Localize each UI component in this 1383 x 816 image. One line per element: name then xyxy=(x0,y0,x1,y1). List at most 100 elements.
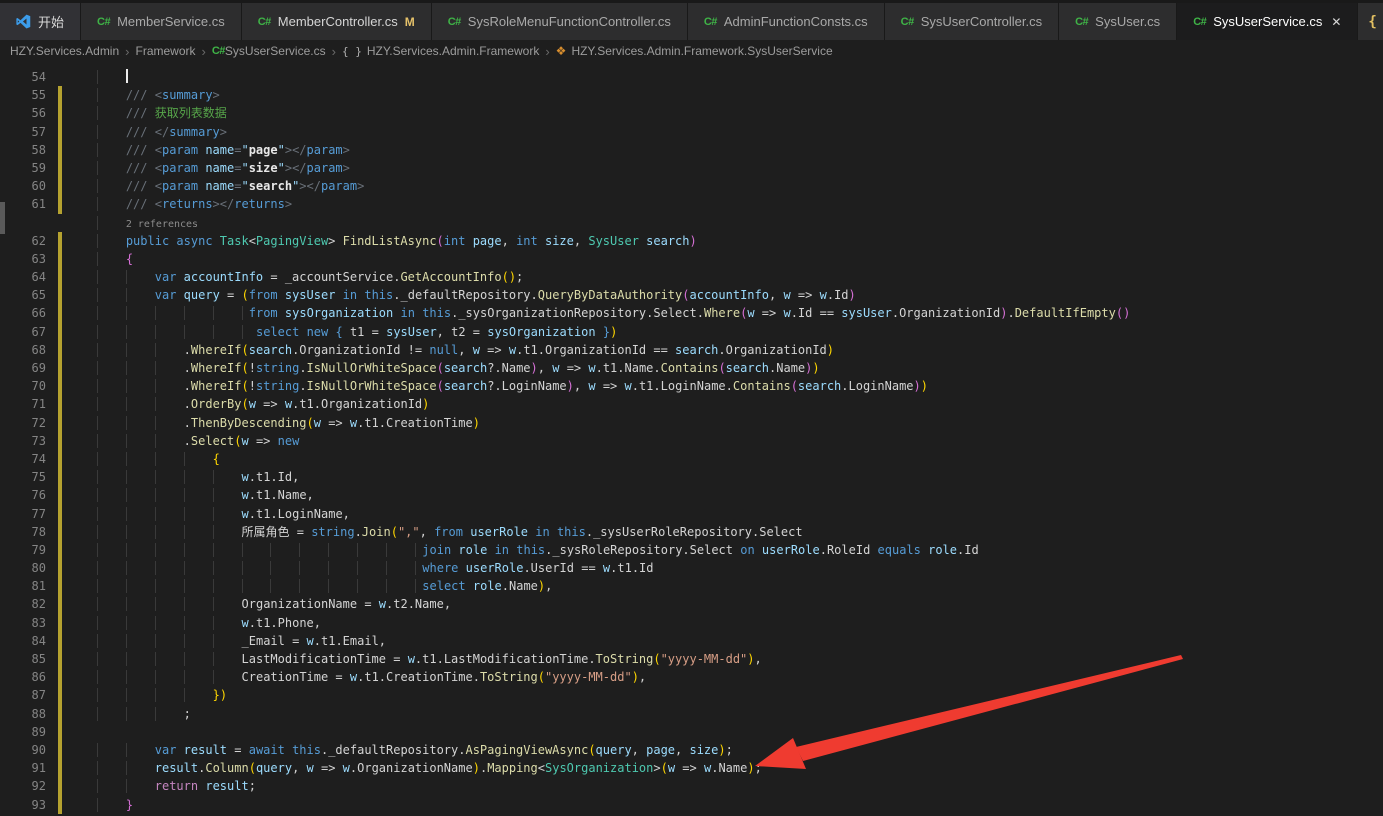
line-number[interactable]: 80 xyxy=(0,559,46,577)
code-line-89[interactable]: 89 xyxy=(0,723,1383,741)
code-line-93[interactable]: 93 } xyxy=(0,796,1383,814)
code-line-88[interactable]: 88 ; xyxy=(0,705,1383,723)
line-number[interactable]: 77 xyxy=(0,505,46,523)
line-number[interactable]: 90 xyxy=(0,741,46,759)
line-number[interactable]: 78 xyxy=(0,523,46,541)
line-number[interactable]: 64 xyxy=(0,268,46,286)
code-line-86[interactable]: 86 CreationTime = w.t1.CreationTime.ToSt… xyxy=(0,668,1383,686)
line-number[interactable]: 76 xyxy=(0,486,46,504)
line-number[interactable]: 57 xyxy=(0,123,46,141)
line-number[interactable]: 59 xyxy=(0,159,46,177)
tab-2[interactable]: C#MemberController.csM xyxy=(242,3,432,40)
line-number[interactable]: 56 xyxy=(0,104,46,122)
breadcrumb-item-0[interactable]: HZY.Services.Admin xyxy=(10,44,119,58)
code-line-85[interactable]: 85 LastModificationTime = w.t1.LastModif… xyxy=(0,650,1383,668)
line-number[interactable]: 65 xyxy=(0,286,46,304)
line-number[interactable]: 61 xyxy=(0,195,46,213)
code-line-68[interactable]: 68 .WhereIf(search.OrganizationId != nul… xyxy=(0,341,1383,359)
codelens-row[interactable]: 2 references xyxy=(0,214,1383,232)
line-number[interactable]: 72 xyxy=(0,414,46,432)
code-line-58[interactable]: 58 /// <param name="page"></param> xyxy=(0,141,1383,159)
code-line-71[interactable]: 71 .OrderBy(w => w.t1.OrganizationId) xyxy=(0,395,1383,413)
line-number[interactable]: 79 xyxy=(0,541,46,559)
line-number[interactable]: 71 xyxy=(0,395,46,413)
tab-7[interactable]: C#SysUserService.cs✕ xyxy=(1177,3,1358,40)
code-line-91[interactable]: 91 result.Column(query, w => w.Organizat… xyxy=(0,759,1383,777)
line-number[interactable]: 58 xyxy=(0,141,46,159)
line-number[interactable]: 67 xyxy=(0,323,46,341)
close-tab-icon[interactable]: ✕ xyxy=(1331,15,1341,29)
code-line-80[interactable]: 80 where userRole.UserId == w.t1.Id xyxy=(0,559,1383,577)
breadcrumb-item-3[interactable]: { }HZY.Services.Admin.Framework xyxy=(342,44,539,58)
line-number[interactable]: 55 xyxy=(0,86,46,104)
tab-4[interactable]: C#AdminFunctionConsts.cs xyxy=(688,3,885,40)
line-number[interactable]: 66 xyxy=(0,304,46,322)
line-number[interactable]: 82 xyxy=(0,595,46,613)
tab-1[interactable]: C#MemberService.cs xyxy=(81,3,242,40)
line-number[interactable]: 70 xyxy=(0,377,46,395)
code-line-55[interactable]: 55 /// <summary> xyxy=(0,86,1383,104)
code-line-63[interactable]: 63 { xyxy=(0,250,1383,268)
code-line-77[interactable]: 77 w.t1.LoginName, xyxy=(0,505,1383,523)
line-number[interactable]: 83 xyxy=(0,614,46,632)
code-line-83[interactable]: 83 w.t1.Phone, xyxy=(0,614,1383,632)
line-number[interactable]: 84 xyxy=(0,632,46,650)
code-line-56[interactable]: 56 /// 获取列表数据 xyxy=(0,104,1383,122)
code-line-66[interactable]: 66 from sysOrganization in this._sysOrga… xyxy=(0,304,1383,322)
line-number[interactable]: 86 xyxy=(0,668,46,686)
code-line-79[interactable]: 79 join role in this._sysRoleRepository.… xyxy=(0,541,1383,559)
line-number[interactable]: 91 xyxy=(0,759,46,777)
code-line-90[interactable]: 90 var result = await this._defaultRepos… xyxy=(0,741,1383,759)
breadcrumb-item-4[interactable]: ❖HZY.Services.Admin.Framework.SysUserSer… xyxy=(556,44,833,58)
modified-line-indicator xyxy=(58,341,62,359)
line-number[interactable]: 69 xyxy=(0,359,46,377)
code-line-72[interactable]: 72 .ThenByDescending(w => w.t1.CreationT… xyxy=(0,414,1383,432)
code-editor[interactable]: 54 55 /// <summary>56 /// 获取列表数据57 /// <… xyxy=(0,62,1383,810)
code-line-87[interactable]: 87 }) xyxy=(0,686,1383,704)
line-number[interactable]: 68 xyxy=(0,341,46,359)
line-number[interactable]: 87 xyxy=(0,686,46,704)
code-line-65[interactable]: 65 var query = (from sysUser in this._de… xyxy=(0,286,1383,304)
tab-0[interactable]: 开始 xyxy=(0,3,81,40)
code-line-64[interactable]: 64 var accountInfo = _accountService.Get… xyxy=(0,268,1383,286)
line-number[interactable]: 60 xyxy=(0,177,46,195)
code-line-70[interactable]: 70 .WhereIf(!string.IsNullOrWhiteSpace(s… xyxy=(0,377,1383,395)
tab-6[interactable]: C#SysUser.cs xyxy=(1059,3,1177,40)
code-line-69[interactable]: 69 .WhereIf(!string.IsNullOrWhiteSpace(s… xyxy=(0,359,1383,377)
code-line-67[interactable]: 67 select new { t1 = sysUser, t2 = sysOr… xyxy=(0,323,1383,341)
line-number[interactable]: 92 xyxy=(0,777,46,795)
breadcrumb-item-1[interactable]: Framework xyxy=(136,44,196,58)
code-line-92[interactable]: 92 return result; xyxy=(0,777,1383,795)
code-line-61[interactable]: 61 /// <returns></returns> xyxy=(0,195,1383,213)
code-line-82[interactable]: 82 OrganizationName = w.t2.Name, xyxy=(0,595,1383,613)
code-line-73[interactable]: 73 .Select(w => new xyxy=(0,432,1383,450)
tab-3[interactable]: C#SysRoleMenuFunctionController.cs xyxy=(432,3,688,40)
tab-8[interactable]: { xyxy=(1358,3,1383,40)
code-line-78[interactable]: 78 所属角色 = string.Join(",", from userRole… xyxy=(0,523,1383,541)
breadcrumb-item-2[interactable]: C#SysUserService.cs xyxy=(212,44,326,58)
line-number[interactable]: 73 xyxy=(0,432,46,450)
line-number[interactable]: 93 xyxy=(0,796,46,814)
line-number[interactable]: 85 xyxy=(0,650,46,668)
line-number[interactable]: 75 xyxy=(0,468,46,486)
line-number[interactable]: 62 xyxy=(0,232,46,250)
line-number[interactable] xyxy=(0,214,46,232)
line-number[interactable]: 74 xyxy=(0,450,46,468)
code-line-81[interactable]: 81 select role.Name), xyxy=(0,577,1383,595)
line-number[interactable]: 54 xyxy=(0,68,46,86)
line-number[interactable]: 89 xyxy=(0,723,46,741)
codelens-references[interactable]: 2 references xyxy=(126,219,198,230)
code-line-60[interactable]: 60 /// <param name="search"></param> xyxy=(0,177,1383,195)
code-line-57[interactable]: 57 /// </summary> xyxy=(0,123,1383,141)
code-line-74[interactable]: 74 { xyxy=(0,450,1383,468)
code-line-59[interactable]: 59 /// <param name="size"></param> xyxy=(0,159,1383,177)
code-line-54[interactable]: 54 xyxy=(0,68,1383,86)
line-number[interactable]: 88 xyxy=(0,705,46,723)
tab-5[interactable]: C#SysUserController.cs xyxy=(885,3,1059,40)
line-number[interactable]: 63 xyxy=(0,250,46,268)
code-line-75[interactable]: 75 w.t1.Id, xyxy=(0,468,1383,486)
code-line-62[interactable]: 62 public async Task<PagingView> FindLis… xyxy=(0,232,1383,250)
code-line-76[interactable]: 76 w.t1.Name, xyxy=(0,486,1383,504)
line-number[interactable]: 81 xyxy=(0,577,46,595)
code-line-84[interactable]: 84 _Email = w.t1.Email, xyxy=(0,632,1383,650)
